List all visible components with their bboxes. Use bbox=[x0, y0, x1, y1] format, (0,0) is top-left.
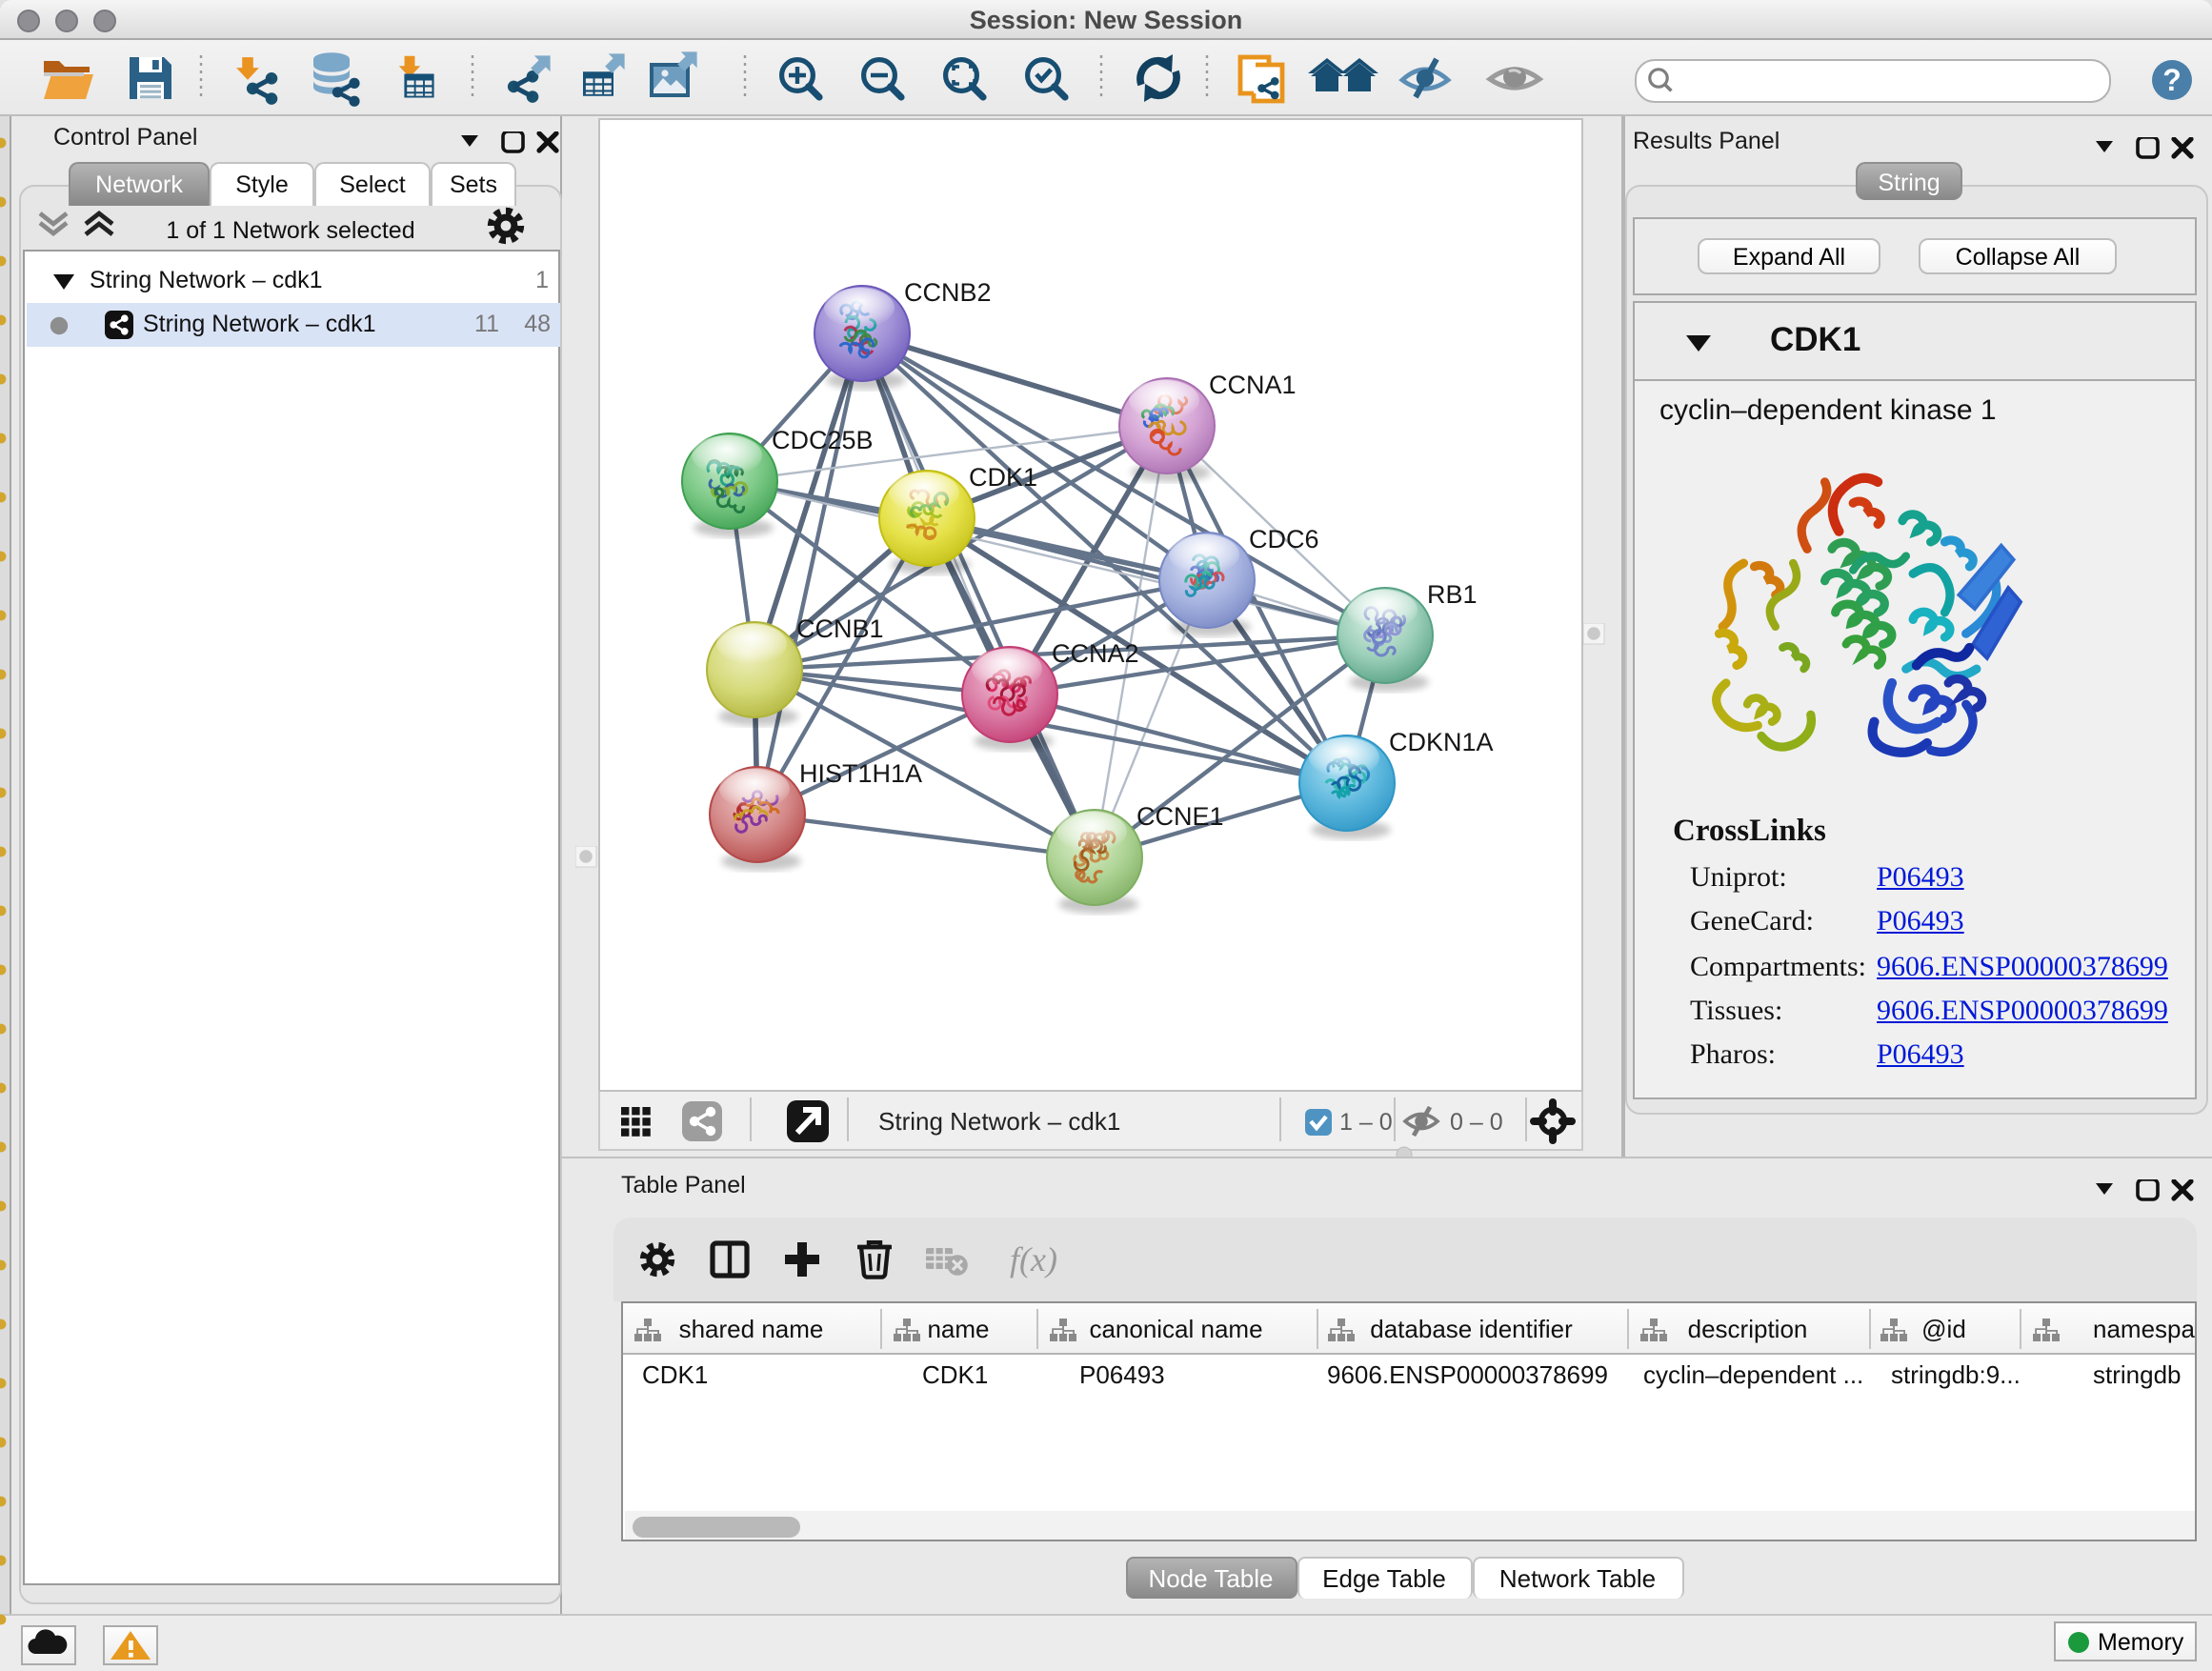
svg-text:CCNA2: CCNA2 bbox=[1052, 639, 1139, 668]
svg-text:CCNA1: CCNA1 bbox=[1209, 371, 1297, 399]
svg-text:CCNB2: CCNB2 bbox=[904, 278, 992, 307]
svg-text:CCNE1: CCNE1 bbox=[1136, 802, 1224, 831]
svg-text:CCNB1: CCNB1 bbox=[796, 614, 884, 643]
svg-text:?: ? bbox=[2162, 63, 2182, 97]
svg-text:CDK1: CDK1 bbox=[969, 463, 1037, 492]
svg-text:1 – 0: 1 – 0 bbox=[1339, 1109, 1393, 1136]
svg-text:0 – 0: 0 – 0 bbox=[1450, 1109, 1503, 1136]
svg-text:RB1: RB1 bbox=[1427, 580, 1478, 609]
svg-text:CDC6: CDC6 bbox=[1249, 525, 1319, 554]
svg-text:f(x): f(x) bbox=[1010, 1239, 1057, 1278]
svg-text:CDC25B: CDC25B bbox=[772, 426, 874, 454]
svg-text:HIST1H1A: HIST1H1A bbox=[799, 759, 922, 788]
svg-text:CDKN1A: CDKN1A bbox=[1389, 728, 1494, 756]
svg-text:String Network – cdk1: String Network – cdk1 bbox=[878, 1107, 1120, 1136]
